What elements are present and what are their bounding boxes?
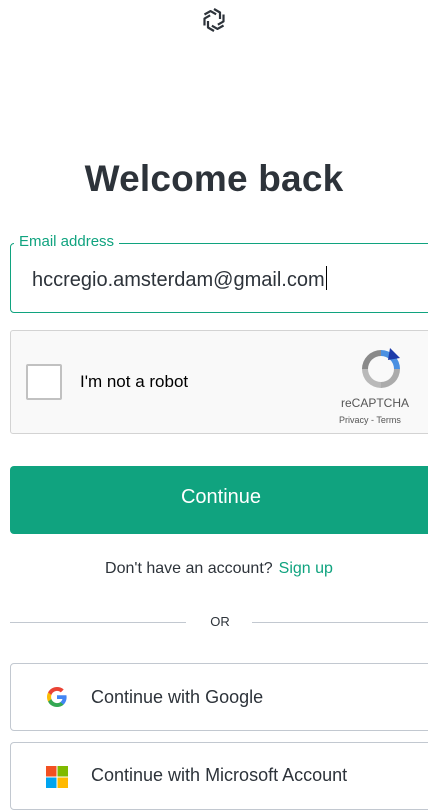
recaptcha-logo-icon (362, 348, 400, 388)
microsoft-button-label: Continue with Microsoft Account (91, 765, 348, 785)
page-title: Welcome back (84, 158, 344, 199)
continue-with-google-button[interactable]: Continue with Google (10, 663, 428, 731)
text-caret (325, 266, 327, 290)
divider-line-right (252, 622, 428, 623)
recaptcha-brand: reCAPTCHA (341, 396, 410, 410)
microsoft-icon (46, 766, 68, 788)
divider-line-left (10, 622, 186, 623)
recaptcha-privacy-terms-links[interactable]: Privacy - Terms (339, 415, 401, 425)
continue-with-microsoft-button[interactable]: Continue with Microsoft Account (10, 742, 428, 810)
signup-prompt: Don't have an account? (105, 560, 273, 577)
continue-button[interactable]: Continue (10, 466, 428, 534)
recaptcha-label: I'm not a robot (80, 372, 189, 391)
or-divider-text: OR (210, 614, 230, 629)
signup-prompt-row: Don't have an account? Sign up (0, 560, 428, 578)
google-icon (47, 687, 67, 707)
recaptcha-checkbox[interactable] (26, 364, 62, 400)
signup-link[interactable]: Sign up (279, 560, 333, 577)
google-button-label: Continue with Google (91, 687, 264, 707)
email-field-value[interactable]: hccregio.amsterdam@gmail.com (32, 266, 327, 294)
openai-logo-icon (203, 8, 225, 32)
email-field-label: Email address (14, 232, 120, 252)
continue-button-label: Continue (180, 486, 262, 508)
